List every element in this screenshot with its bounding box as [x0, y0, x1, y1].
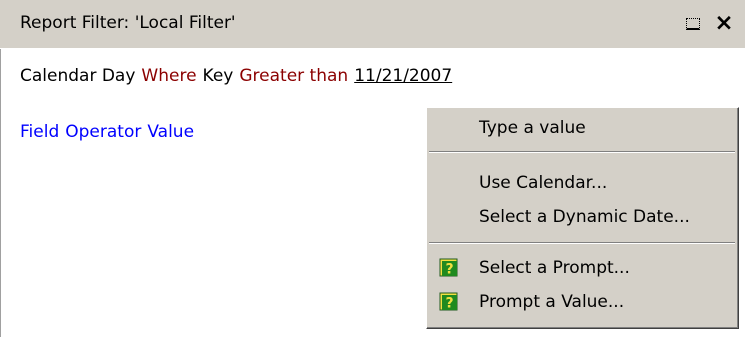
svg-text:?: ?	[445, 262, 453, 278]
condition-field[interactable]: Calendar Day	[20, 66, 135, 86]
menu-item-label: Use Calendar...	[479, 173, 608, 193]
panel-title: Report Filter: 'Local Filter'	[20, 13, 236, 33]
pin-icon[interactable]	[683, 13, 705, 35]
menu-item-label: Prompt a Value...	[479, 292, 625, 312]
report-filter-panel: Report Filter: 'Local Filter' × Calendar…	[0, 0, 745, 337]
menu-separator	[429, 151, 735, 153]
value-context-menu: Type a value Use Calendar... Select a Dy…	[426, 107, 739, 329]
condition-value[interactable]: 11/21/2007	[354, 66, 452, 86]
condition-attribute[interactable]: Key	[203, 66, 234, 86]
menu-item-label: Select a Prompt...	[479, 258, 630, 278]
menu-item-prompt-value[interactable]: ? Prompt a Value...	[429, 287, 735, 317]
menu-item-label: Type a value	[479, 118, 586, 138]
menu-separator	[429, 242, 735, 244]
menu-item-label: Select a Dynamic Date...	[479, 207, 690, 227]
menu-item-type-value[interactable]: Type a value	[429, 113, 735, 143]
menu-item-use-calendar[interactable]: Use Calendar...	[429, 168, 735, 198]
close-icon[interactable]: ×	[710, 8, 738, 38]
condition-keyword: Where	[141, 66, 197, 86]
prompt-question-icon: ?	[439, 292, 458, 312]
title-bar: Report Filter: 'Local Filter' ×	[0, 0, 745, 49]
new-value-link[interactable]: Value	[147, 122, 194, 142]
new-condition-row: Field Operator Value	[20, 122, 200, 142]
prompt-question-icon: ?	[439, 258, 458, 278]
condition-operator[interactable]: Greater than	[239, 66, 348, 86]
new-field-link[interactable]: Field	[20, 122, 59, 142]
menu-item-dynamic-date[interactable]: Select a Dynamic Date...	[429, 202, 735, 232]
filter-condition-row: Calendar Day Where Key Greater than 11/21/20…	[20, 66, 458, 86]
menu-item-select-prompt[interactable]: ? Select a Prompt...	[429, 253, 735, 283]
svg-text:?: ?	[445, 296, 453, 312]
new-operator-link[interactable]: Operator	[65, 122, 141, 142]
pin-shape	[686, 18, 700, 30]
panel-border	[0, 0, 1, 337]
